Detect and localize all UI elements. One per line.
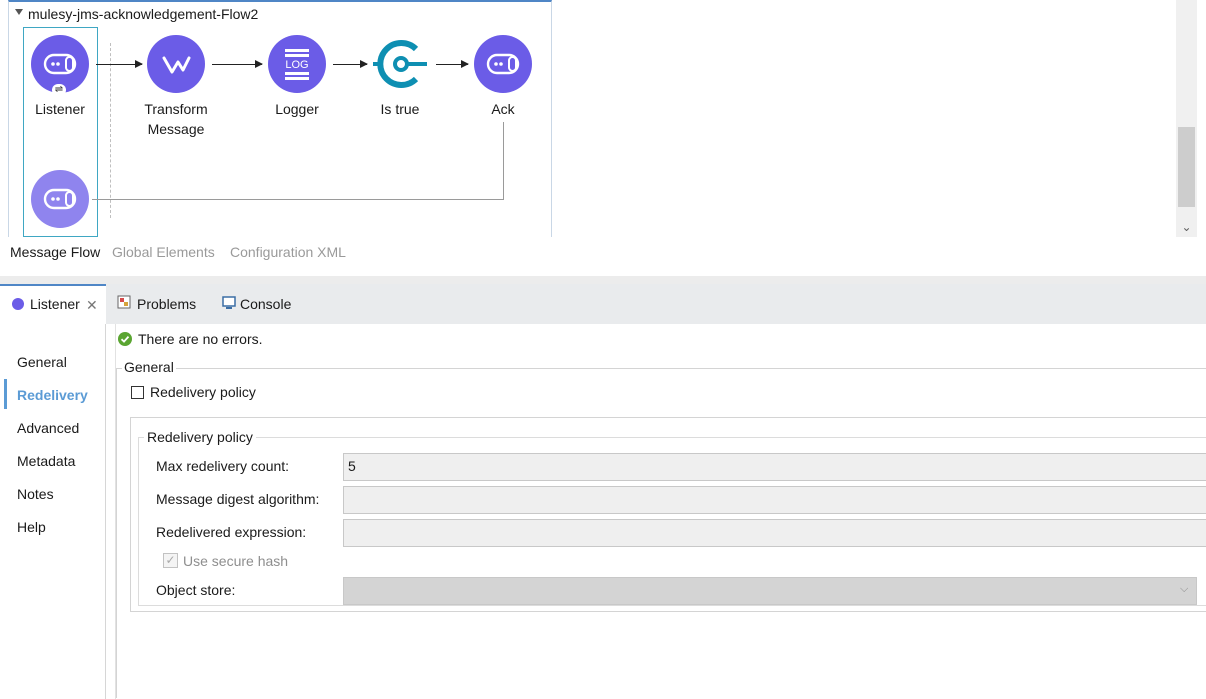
sidebar-item-redelivery[interactable]: Redelivery [17, 387, 88, 403]
use-secure-hash-checkbox[interactable]: ✓ [163, 553, 178, 568]
close-icon[interactable]: ✕ [86, 298, 98, 312]
logger-icon: LOG [285, 49, 309, 80]
ack-node[interactable] [474, 35, 532, 93]
sidebar-item-general[interactable]: General [17, 354, 67, 370]
redelivery-policy-checkbox[interactable] [131, 386, 144, 399]
is-true-label: Is true [380, 101, 420, 117]
panel-separator[interactable] [0, 276, 1206, 284]
sidebar-item-advanced[interactable]: Advanced [17, 420, 79, 436]
check-circle-icon [118, 332, 132, 346]
ack-label: Ack [491, 101, 515, 117]
collapse-triangle-icon[interactable] [15, 9, 23, 15]
problems-icon [117, 295, 131, 309]
validation-icon [373, 40, 427, 88]
svg-text:LOG: LOG [285, 59, 308, 71]
jms-listener-icon [12, 298, 24, 310]
digest-algorithm-input[interactable] [343, 486, 1206, 514]
chevron-down-icon[interactable]: ⌄ [1176, 218, 1197, 237]
object-store-select[interactable] [343, 577, 1197, 605]
tab-console[interactable]: Console [240, 296, 291, 312]
chevron-down-icon[interactable]: ⌵ [1180, 583, 1188, 596]
reference-badge-icon: ⇌ [52, 84, 66, 96]
response-line [92, 199, 504, 200]
sidebar-item-metadata[interactable]: Metadata [17, 453, 75, 469]
object-store-label: Object store: [156, 582, 236, 598]
active-item-indicator [4, 379, 7, 409]
flow-arrow [333, 60, 368, 68]
flow-title[interactable]: mulesy-jms-acknowledgement-Flow2 [28, 6, 258, 22]
properties-sidebar [0, 324, 106, 699]
response-line [503, 122, 504, 200]
redelivered-expression-label: Redelivered expression: [156, 524, 307, 540]
is-true-node[interactable] [371, 35, 429, 93]
transform-message-icon [162, 56, 191, 74]
redelivery-policy-group-title: Redelivery policy [144, 429, 256, 445]
transform-message-node[interactable] [147, 35, 205, 93]
logger-label: Logger [275, 101, 319, 117]
tab-message-flow[interactable]: Message Flow [10, 244, 100, 260]
digest-algorithm-label: Message digest algorithm: [156, 491, 320, 507]
tab-global-elements[interactable]: Global Elements [112, 244, 215, 260]
max-redelivery-label: Max redelivery count: [156, 458, 290, 474]
listener-response-node[interactable] [31, 170, 89, 228]
jms-connector-icon [43, 188, 77, 210]
source-separator [110, 43, 111, 218]
tab-listener-label[interactable]: Listener [30, 296, 80, 312]
console-icon [222, 296, 236, 309]
sidebar-item-help[interactable]: Help [17, 519, 46, 535]
flow-arrow [96, 60, 143, 68]
transform-message-label: Transform Message [144, 101, 208, 137]
flow-arrow [436, 60, 469, 68]
tab-problems[interactable]: Problems [137, 296, 196, 312]
max-redelivery-input[interactable]: 5 [343, 453, 1206, 481]
redelivered-expression-input[interactable] [343, 519, 1206, 547]
scrollbar-thumb[interactable] [1178, 127, 1195, 207]
general-group-title: General [122, 359, 176, 375]
use-secure-hash-label: Use secure hash [183, 553, 289, 569]
flow-arrow [212, 60, 263, 68]
jms-connector-icon [486, 53, 520, 75]
status-message: There are no errors. [138, 331, 263, 347]
logger-node[interactable]: LOG [268, 35, 326, 93]
listener-label: Listener [35, 101, 85, 117]
tab-configuration-xml[interactable]: Configuration XML [230, 244, 346, 260]
sidebar-item-notes[interactable]: Notes [17, 486, 54, 502]
redelivery-policy-checkbox-label[interactable]: Redelivery policy [150, 384, 256, 400]
